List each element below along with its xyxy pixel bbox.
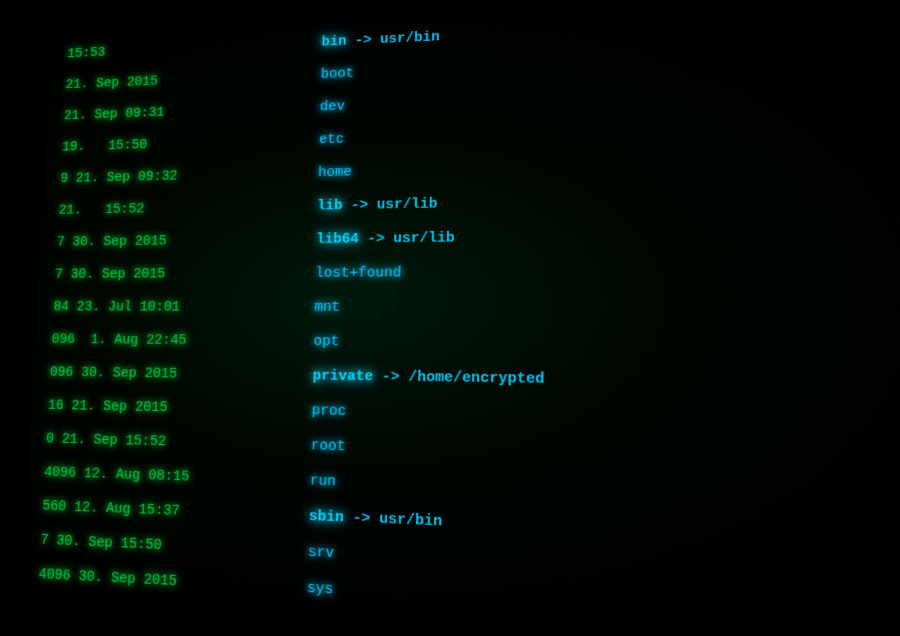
dir-name-lib64: lib64 [316, 222, 359, 256]
dir-name-mnt: mnt [314, 290, 341, 324]
dir-name-private: private [312, 359, 373, 395]
dir-name-boot: boot [320, 57, 354, 91]
left-line-4: 9 21. Sep 09:32 [60, 157, 310, 195]
dir-name-sys: sys [306, 570, 333, 608]
dir-name-dev: dev [319, 90, 345, 124]
left-line-8: 84 23. Jul 10:01 [53, 290, 306, 324]
dir-name-sbin: sbin [308, 499, 344, 536]
right-line-mnt: mnt [314, 289, 900, 327]
right-line-lostfound: lost+found [315, 252, 900, 291]
left-line-9: 096 1. Aug 22:45 [51, 323, 305, 358]
dir-name-home: home [318, 156, 353, 190]
arrow-bin: -> usr/bin [346, 21, 440, 58]
dir-name-run: run [309, 463, 336, 499]
terminal-screen: 15:53 21. Sep 2015 21. Sep 09:31 19. 15:… [20, 0, 900, 636]
arrow-lib64: -> usr/lib [358, 221, 454, 256]
left-line-6: 7 30. Sep 2015 [56, 223, 307, 258]
dir-name-lostfound: lost+found [315, 256, 402, 291]
arrow-lib: -> usr/lib [342, 187, 438, 222]
dir-name-tmp: tmp [305, 606, 338, 636]
right-line-lib64: lib64 -> usr/lib [316, 214, 900, 256]
left-column: 15:53 21. Sep 2015 21. Sep 09:31 19. 15:… [20, 18, 313, 601]
dir-name-srv: srv [307, 534, 334, 571]
left-line-7: 7 30. Sep 2015 [54, 257, 306, 291]
dir-name-bin: bin [321, 25, 347, 58]
right-column: bin -> usr/bin boot dev etc home lib -> … [297, 0, 900, 636]
dir-name-lib: lib [317, 189, 343, 223]
left-line-18: 300 21. Sep 15:51 [34, 626, 296, 636]
dir-name-root: root [310, 428, 346, 464]
dir-name-opt: opt [313, 324, 340, 359]
arrow-sbin: -> usr/bin [343, 500, 442, 540]
left-line-10: 096 30. Sep 2015 [49, 356, 304, 393]
arrow-private: -> /home/encrypted [373, 359, 545, 397]
dir-name-etc: etc [319, 123, 345, 157]
dir-name-proc: proc [311, 393, 346, 429]
terminal-content: 15:53 21. Sep 2015 21. Sep 09:31 19. 15:… [20, 0, 900, 636]
left-line-5: 21. 15:52 [58, 190, 308, 227]
